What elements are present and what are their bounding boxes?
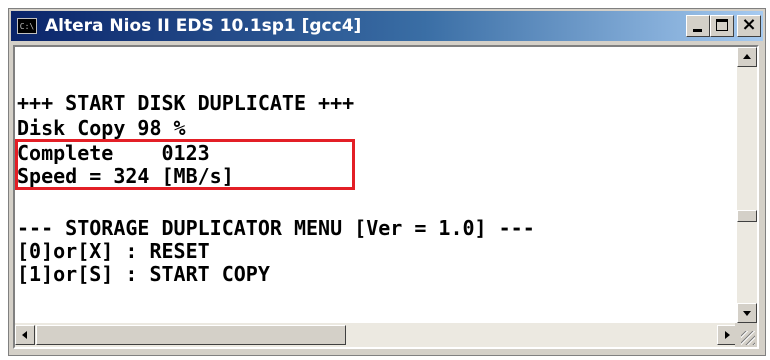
scroll-left-button[interactable] (15, 325, 35, 345)
vertical-scrollbar[interactable] (737, 47, 757, 323)
console-output[interactable]: +++ START DISK DUPLICATE +++ Disk Copy 9… (15, 47, 737, 323)
console-line: [1]or[S] : START COPY (17, 262, 270, 286)
horizontal-scroll-thumb[interactable] (36, 325, 346, 345)
console-client-area: +++ START DISK DUPLICATE +++ Disk Copy 9… (13, 45, 759, 349)
window-controls: × (686, 14, 761, 37)
highlight-box (15, 139, 355, 190)
maximize-icon (716, 19, 728, 31)
close-button[interactable]: × (737, 14, 761, 37)
scroll-up-button[interactable] (737, 47, 757, 67)
arrow-left-icon (22, 331, 27, 339)
resize-grip-icon (741, 331, 755, 345)
console-line: [0]or[X] : RESET (17, 239, 210, 263)
scroll-right-button[interactable] (717, 325, 737, 345)
arrow-down-icon (743, 311, 751, 316)
console-line: +++ START DISK DUPLICATE +++ (17, 91, 355, 115)
close-icon: × (741, 14, 757, 35)
minimize-button[interactable] (686, 15, 710, 37)
maximize-button[interactable] (710, 15, 734, 37)
vertical-scroll-thumb[interactable] (737, 210, 757, 222)
resize-grip[interactable] (735, 323, 757, 347)
title-bar[interactable]: C:\ Altera Nios II EDS 10.1sp1 [gcc4] × (11, 11, 763, 41)
horizontal-scrollbar[interactable] (15, 323, 737, 347)
console-window: C:\ Altera Nios II EDS 10.1sp1 [gcc4] × … (8, 8, 766, 356)
console-line: Disk Copy 98 % (17, 116, 186, 140)
console-app-icon[interactable]: C:\ (17, 18, 37, 34)
arrow-up-icon (743, 54, 751, 59)
minimize-icon (693, 29, 702, 32)
scroll-down-button[interactable] (737, 303, 757, 323)
window-title: Altera Nios II EDS 10.1sp1 [gcc4] (45, 16, 362, 36)
arrow-right-icon (725, 331, 730, 339)
console-line: --- STORAGE DUPLICATOR MENU [Ver = 1.0] … (17, 216, 535, 240)
